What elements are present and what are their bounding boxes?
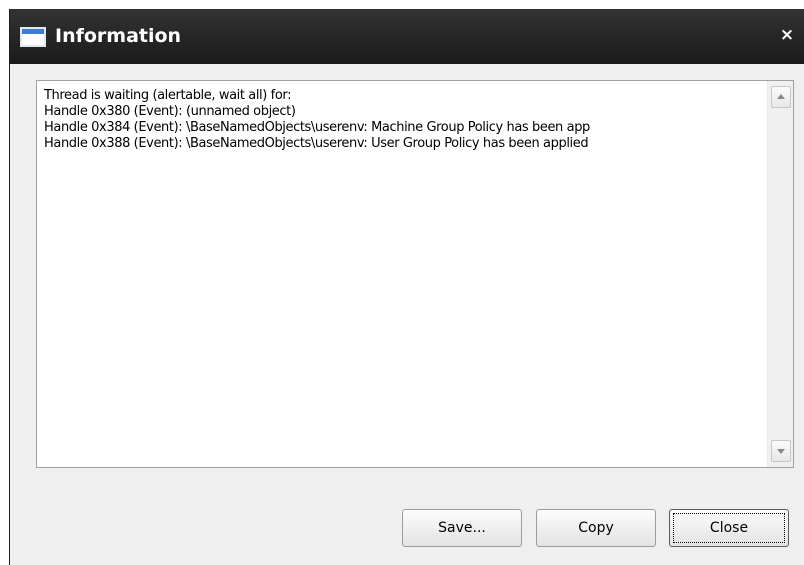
information-text-area[interactable]: Thread is waiting (alertable, wait all) … <box>36 80 794 468</box>
scroll-down-arrow-icon <box>777 449 785 454</box>
close-button[interactable]: Close <box>669 509 789 547</box>
close-button-label: Close <box>709 520 749 536</box>
title-bar[interactable]: Information × <box>10 9 804 64</box>
text-line: Handle 0x380 (Event): (unnamed object) <box>44 104 296 119</box>
text-line: Thread is waiting (alertable, wait all) … <box>44 88 292 103</box>
information-dialog: Information × Thread is waiting (alertab… <box>9 9 804 565</box>
text-line: Handle 0x384 (Event): \BaseNamedObjects\… <box>44 120 590 135</box>
window-icon <box>20 27 46 47</box>
close-icon[interactable]: × <box>777 24 797 46</box>
save-button[interactable]: Save... <box>402 509 522 547</box>
information-text[interactable]: Thread is waiting (alertable, wait all) … <box>44 88 760 152</box>
dialog-title: Information <box>55 25 182 47</box>
text-line: Handle 0x388 (Event): \BaseNamedObjects\… <box>44 136 589 151</box>
vertical-scrollbar[interactable] <box>767 81 793 467</box>
scroll-down-button[interactable] <box>771 440 791 462</box>
window-icon-header <box>22 29 44 34</box>
scroll-up-button[interactable] <box>771 86 791 108</box>
copy-button[interactable]: Copy <box>536 509 656 547</box>
scroll-up-arrow-icon <box>777 94 785 99</box>
